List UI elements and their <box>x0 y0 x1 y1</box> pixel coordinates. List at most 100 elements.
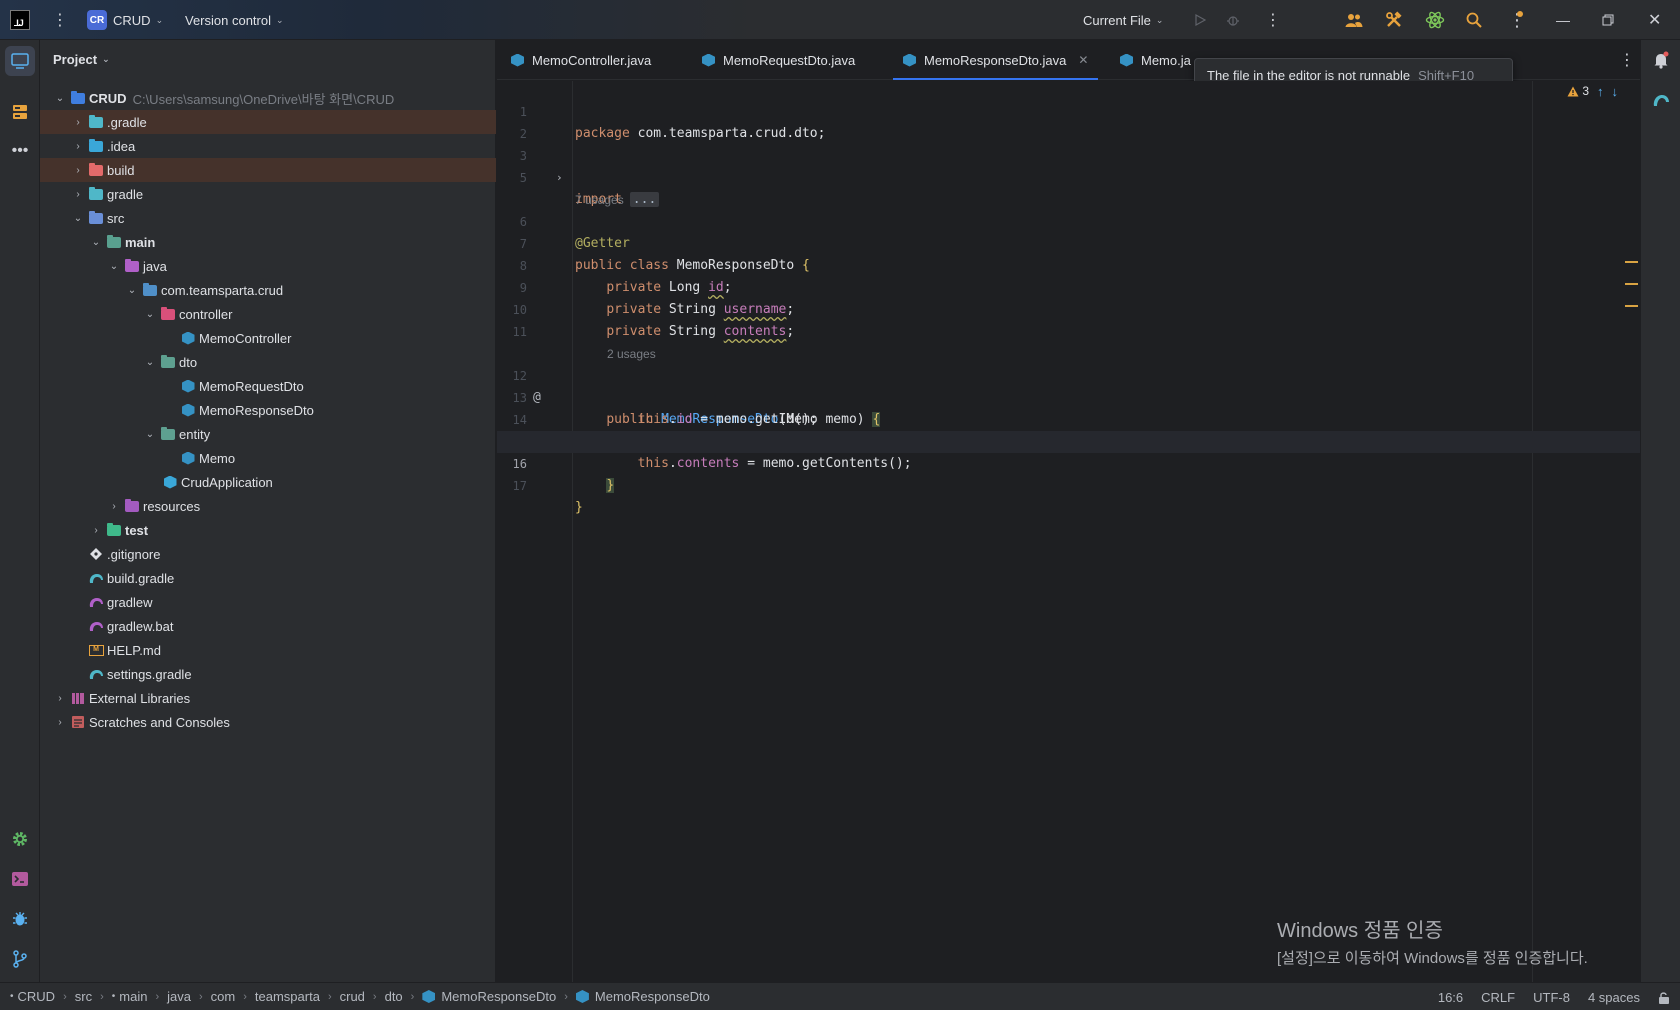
code-line[interactable]: 5 <box>497 145 1640 185</box>
breadcrumb-item[interactable]: src <box>75 989 92 1004</box>
collapsed-arrow-icon[interactable]: › <box>70 141 86 152</box>
gradle-tool-button[interactable] <box>1646 85 1676 115</box>
tree-row-external-libraries[interactable]: › External Libraries <box>40 686 496 710</box>
tree-row-controller[interactable]: ⌄ controller <box>40 302 496 326</box>
expanded-arrow-icon[interactable]: ⌄ <box>142 309 158 320</box>
project-switcher[interactable]: CR CRUD ⌄ <box>87 0 163 40</box>
code-line[interactable]: 13 this.id = memo.getId(); <box>497 365 1640 427</box>
terminal-tool-button[interactable] <box>5 864 35 894</box>
close-window-button[interactable]: ✕ <box>1648 0 1661 40</box>
file-encoding[interactable]: UTF-8 <box>1533 990 1570 1005</box>
usages-hint[interactable]: 2 usages <box>497 321 1640 361</box>
breadcrumb-item[interactable]: main <box>119 989 147 1004</box>
code-line-current[interactable]: 16 } <box>497 431 1640 493</box>
tree-row-gitignore[interactable]: .gitignore <box>40 542 496 566</box>
tree-row-gradlew[interactable]: gradlew <box>40 590 496 614</box>
notifications-button[interactable] <box>1646 45 1676 75</box>
code-line[interactable]: 14 this.username = memo.getUsername(); <box>497 387 1640 449</box>
search-everywhere-button[interactable] <box>1466 0 1482 40</box>
collapsed-arrow-icon[interactable]: › <box>88 525 104 536</box>
collapsed-arrow-icon[interactable]: › <box>70 189 86 200</box>
build-tools-button[interactable] <box>1385 0 1403 40</box>
tree-row-build[interactable]: › build <box>40 158 496 182</box>
code-line[interactable]: 2 <box>497 101 1640 141</box>
code-with-me-button[interactable] <box>1345 0 1363 40</box>
tab-memoresponsedto[interactable]: MemoResponseDto.java ✕ <box>893 40 1099 80</box>
tree-row-resources[interactable]: › resources <box>40 494 496 518</box>
expanded-arrow-icon[interactable]: ⌄ <box>142 429 158 440</box>
code-line[interactable]: 10 private String contents; <box>497 277 1640 339</box>
tree-row-settings-gradle[interactable]: settings.gradle <box>40 662 496 686</box>
line-separator[interactable]: CRLF <box>1481 990 1515 1005</box>
tree-row-dto[interactable]: ⌄ dto <box>40 350 496 374</box>
collapsed-arrow-icon[interactable]: › <box>70 165 86 176</box>
breadcrumb-item[interactable]: java <box>167 989 191 1004</box>
indent-setting[interactable]: 4 spaces <box>1588 990 1640 1005</box>
unlock-icon[interactable] <box>1658 991 1670 1004</box>
code-line[interactable]: 1 package com.teamsparta.crud.dto; <box>497 79 1640 141</box>
restore-button[interactable] <box>1602 0 1614 40</box>
ai-assistant-button[interactable] <box>1425 0 1445 40</box>
tree-row-gradle[interactable]: › gradle <box>40 182 496 206</box>
code-editor[interactable]: 3 ↑ ↓ 1 package com.teamsparta.crud.dto;… <box>497 81 1640 982</box>
tree-row-idea[interactable]: › .idea <box>40 134 496 158</box>
breadcrumb-item[interactable]: teamsparta <box>255 989 320 1004</box>
more-tools-button[interactable]: ••• <box>5 136 35 166</box>
git-tool-button[interactable] <box>5 944 35 974</box>
services-tool-button[interactable] <box>5 824 35 854</box>
code-line[interactable]: 12 @ public MemoResponseDto(Memo memo) { <box>497 343 1640 427</box>
run-more-button[interactable]: ⋮ <box>1265 0 1281 40</box>
breadcrumb-item[interactable]: com <box>211 989 236 1004</box>
tree-row-gradlew-bat[interactable]: gradlew.bat <box>40 614 496 638</box>
code-line[interactable]: 3 › import ... <box>497 123 1640 207</box>
close-tab-icon[interactable]: ✕ <box>1078 53 1088 67</box>
tree-row-package[interactable]: ⌄ com.teamsparta.crud <box>40 278 496 302</box>
problems-tool-button[interactable] <box>5 904 35 934</box>
tree-row-test[interactable]: › test <box>40 518 496 542</box>
expanded-arrow-icon[interactable]: ⌄ <box>70 213 86 224</box>
collapsed-arrow-icon[interactable]: › <box>70 117 86 128</box>
tree-row-help-md[interactable]: M HELP.md <box>40 638 496 662</box>
tabs-more-button[interactable]: ⋮ <box>1619 40 1635 80</box>
code-line[interactable]: 9 private String username; <box>497 255 1640 317</box>
debug-button[interactable] <box>1226 0 1240 40</box>
code-line[interactable]: 17 } <box>497 453 1640 515</box>
code-line[interactable]: 6 @Getter <box>497 189 1640 251</box>
structure-tool-button[interactable] <box>5 97 35 127</box>
caret-position[interactable]: 16:6 <box>1438 990 1463 1005</box>
breadcrumb-item[interactable]: MemoResponseDto <box>595 989 710 1004</box>
tree-row-gradle-dir[interactable]: › .gradle <box>40 110 496 134</box>
intellij-logo-icon[interactable]: IJ <box>10 10 30 30</box>
breadcrumb-item[interactable]: MemoResponseDto <box>441 989 556 1004</box>
collapsed-arrow-icon[interactable]: › <box>106 501 122 512</box>
tree-row-memo[interactable]: Memo <box>40 446 496 470</box>
tab-memorequestdto[interactable]: MemoRequestDto.java <box>702 40 855 80</box>
code-line[interactable]: 8 private Long id; <box>497 233 1640 295</box>
expanded-arrow-icon[interactable]: ⌄ <box>124 285 140 296</box>
breadcrumb-item[interactable]: CRUD <box>18 989 56 1004</box>
tab-memo[interactable]: Memo.ja <box>1120 40 1191 80</box>
run-config-selector[interactable]: Current File ⌄ <box>1083 0 1163 40</box>
tree-row-scratches[interactable]: › Scratches and Consoles <box>40 710 496 734</box>
code-line[interactable]: 11 <box>497 299 1640 339</box>
tree-row-src[interactable]: ⌄ src <box>40 206 496 230</box>
project-view-selector[interactable]: Project ⌄ <box>53 52 110 67</box>
collapsed-arrow-icon[interactable]: › <box>52 693 68 704</box>
project-tool-button[interactable] <box>5 46 35 76</box>
settings-updates-button[interactable]: ⋮ <box>1508 0 1526 40</box>
tree-row-entity[interactable]: ⌄ entity <box>40 422 496 446</box>
tree-row-root[interactable]: ⌄ CRUD C:\Users\samsung\OneDrive\바탕 화면\C… <box>40 86 496 110</box>
tree-row-build-gradle[interactable]: build.gradle <box>40 566 496 590</box>
expanded-arrow-icon[interactable]: ⌄ <box>52 93 68 104</box>
collapsed-arrow-icon[interactable]: › <box>52 717 68 728</box>
tree-row-main[interactable]: ⌄ main <box>40 230 496 254</box>
expanded-arrow-icon[interactable]: ⌄ <box>88 237 104 248</box>
tree-row-crudapplication[interactable]: CrudApplication <box>40 470 496 494</box>
tree-row-memorequestdto[interactable]: MemoRequestDto <box>40 374 496 398</box>
tab-memocontroller[interactable]: MemoController.java <box>511 40 651 80</box>
tree-row-memocontroller[interactable]: MemoController <box>40 326 496 350</box>
tree-row-memoresponsedto[interactable]: MemoResponseDto <box>40 398 496 422</box>
code-line[interactable]: 7 public class MemoResponseDto { <box>497 211 1640 273</box>
expanded-arrow-icon[interactable]: ⌄ <box>142 357 158 368</box>
tree-row-java[interactable]: ⌄ java <box>40 254 496 278</box>
